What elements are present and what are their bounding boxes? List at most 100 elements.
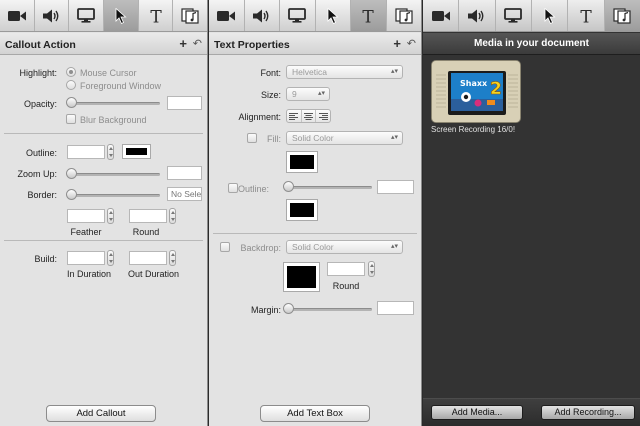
popup-arrows-icon: ▴▾ (390, 134, 398, 141)
outline-color-well[interactable] (122, 144, 151, 159)
text-tab[interactable]: T (351, 0, 387, 31)
foreground-window-label: Foreground Window (80, 81, 162, 91)
backdrop-checkbox[interactable] (220, 242, 230, 252)
media-tab[interactable] (604, 0, 640, 31)
media-item-caption: Screen Recording 16/0! (431, 125, 516, 134)
media-tab[interactable] (387, 0, 422, 31)
zoom-up-label: Zoom Up: (17, 169, 57, 179)
fill-color-well[interactable] (286, 151, 318, 173)
panel-header: Media in your document (423, 33, 640, 55)
align-left-button[interactable] (287, 110, 302, 122)
screen-tab[interactable] (496, 0, 532, 31)
text-t-icon: T (363, 8, 375, 24)
callout-tab[interactable] (532, 0, 569, 31)
outline-label: Outline: (237, 184, 269, 194)
fill-value: Solid Color (292, 133, 334, 143)
blur-background-checkbox[interactable] (66, 114, 76, 124)
zoom-up-slider[interactable] (66, 168, 160, 180)
add-media-button[interactable]: Add Media... (431, 405, 523, 420)
out-duration-stepper[interactable] (169, 250, 176, 266)
outline-field[interactable] (67, 145, 105, 159)
alignment-control (286, 109, 331, 123)
border-field[interactable]: No Sele (167, 187, 202, 201)
outline-checkbox[interactable] (228, 183, 238, 193)
reset-icon[interactable]: ↶ (193, 37, 202, 50)
font-popup[interactable]: Helvetica ▴▾ (286, 65, 403, 79)
video-tab[interactable] (209, 0, 245, 31)
toolbar: T (423, 0, 640, 32)
backdrop-label: Backdrop: (240, 243, 281, 253)
in-duration-label: In Duration (67, 269, 112, 279)
margin-label: Margin: (250, 305, 281, 315)
add-callout-button[interactable]: Add Callout (46, 405, 156, 422)
popup-arrows-icon: ▴▾ (390, 68, 398, 75)
cursor-arrow-icon (115, 7, 127, 24)
video-tab[interactable] (423, 0, 460, 31)
toolbar: T (0, 0, 207, 32)
toolbar: T (209, 0, 421, 32)
font-value: Helvetica (292, 67, 327, 77)
zoom-up-field[interactable] (167, 166, 202, 180)
video-tab[interactable] (0, 0, 35, 31)
feather-field[interactable] (67, 209, 105, 223)
margin-field[interactable] (377, 301, 414, 315)
add-text-box-button[interactable]: Add Text Box (260, 405, 370, 422)
outline-field[interactable] (377, 180, 414, 194)
backdrop-popup[interactable]: Solid Color ▴▾ (286, 240, 403, 254)
text-tab[interactable]: T (568, 0, 605, 31)
callout-panel: T Callout Action + ↶ Highlight: Mouse Cu… (0, 0, 208, 426)
opacity-slider[interactable] (66, 97, 160, 109)
media-tab[interactable] (173, 0, 207, 31)
add-icon[interactable]: + (179, 36, 187, 51)
audio-tab[interactable] (245, 0, 280, 31)
text-t-icon: T (150, 8, 162, 24)
margin-slider[interactable] (283, 303, 372, 315)
round-stepper[interactable] (169, 208, 176, 224)
audio-tab[interactable] (35, 0, 70, 31)
divider (213, 233, 417, 234)
callout-tab[interactable] (104, 0, 139, 31)
border-slider[interactable] (66, 189, 160, 201)
callout-tab[interactable] (316, 0, 351, 31)
out-duration-field[interactable] (129, 251, 167, 265)
add-icon[interactable]: + (393, 36, 401, 51)
align-center-icon (304, 112, 313, 120)
out-duration-label: Out Duration (128, 269, 180, 279)
panel-title: Text Properties (214, 39, 290, 51)
round-field[interactable] (129, 209, 167, 223)
divider (4, 240, 203, 241)
backdrop-round-label: Round (332, 281, 360, 291)
foreground-window-radio[interactable] (66, 80, 76, 90)
opacity-label: Opacity: (23, 99, 57, 109)
in-duration-stepper[interactable] (107, 250, 114, 266)
opacity-field[interactable] (167, 96, 202, 110)
media-library-icon (613, 7, 631, 24)
align-center-button[interactable] (302, 110, 317, 122)
fill-checkbox[interactable] (247, 133, 257, 143)
in-duration-field[interactable] (67, 251, 105, 265)
screen-tab[interactable] (69, 0, 105, 31)
text-properties-panel: T Text Properties + ↶ Font: Helvetica ▴▾ … (209, 0, 422, 426)
popup-arrows-icon: ▴▾ (390, 243, 398, 250)
mouse-cursor-radio[interactable] (66, 67, 76, 77)
media-thumbnail[interactable]: Shaxx 2 (431, 60, 521, 123)
reset-icon[interactable]: ↶ (407, 37, 416, 50)
outline-stepper[interactable] (107, 144, 114, 160)
feather-stepper[interactable] (107, 208, 114, 224)
border-label: Border: (27, 190, 57, 200)
screen-recording-thumbnail-image: Shaxx 2 (432, 61, 520, 122)
backdrop-round-field[interactable] (327, 262, 365, 276)
video-camera-icon (431, 10, 450, 21)
monitor-icon (504, 8, 523, 23)
audio-tab[interactable] (459, 0, 496, 31)
screen-tab[interactable] (280, 0, 316, 31)
fill-popup[interactable]: Solid Color ▴▾ (286, 131, 403, 145)
backdrop-round-stepper[interactable] (368, 261, 375, 277)
align-right-button[interactable] (316, 110, 330, 122)
outline-color-well[interactable] (286, 199, 318, 221)
add-recording-button[interactable]: Add Recording... (541, 405, 635, 420)
text-tab[interactable]: T (139, 0, 174, 31)
backdrop-color-well[interactable] (283, 262, 320, 292)
size-popup[interactable]: 9 ▴▾ (286, 87, 330, 101)
outline-slider[interactable] (283, 181, 372, 193)
